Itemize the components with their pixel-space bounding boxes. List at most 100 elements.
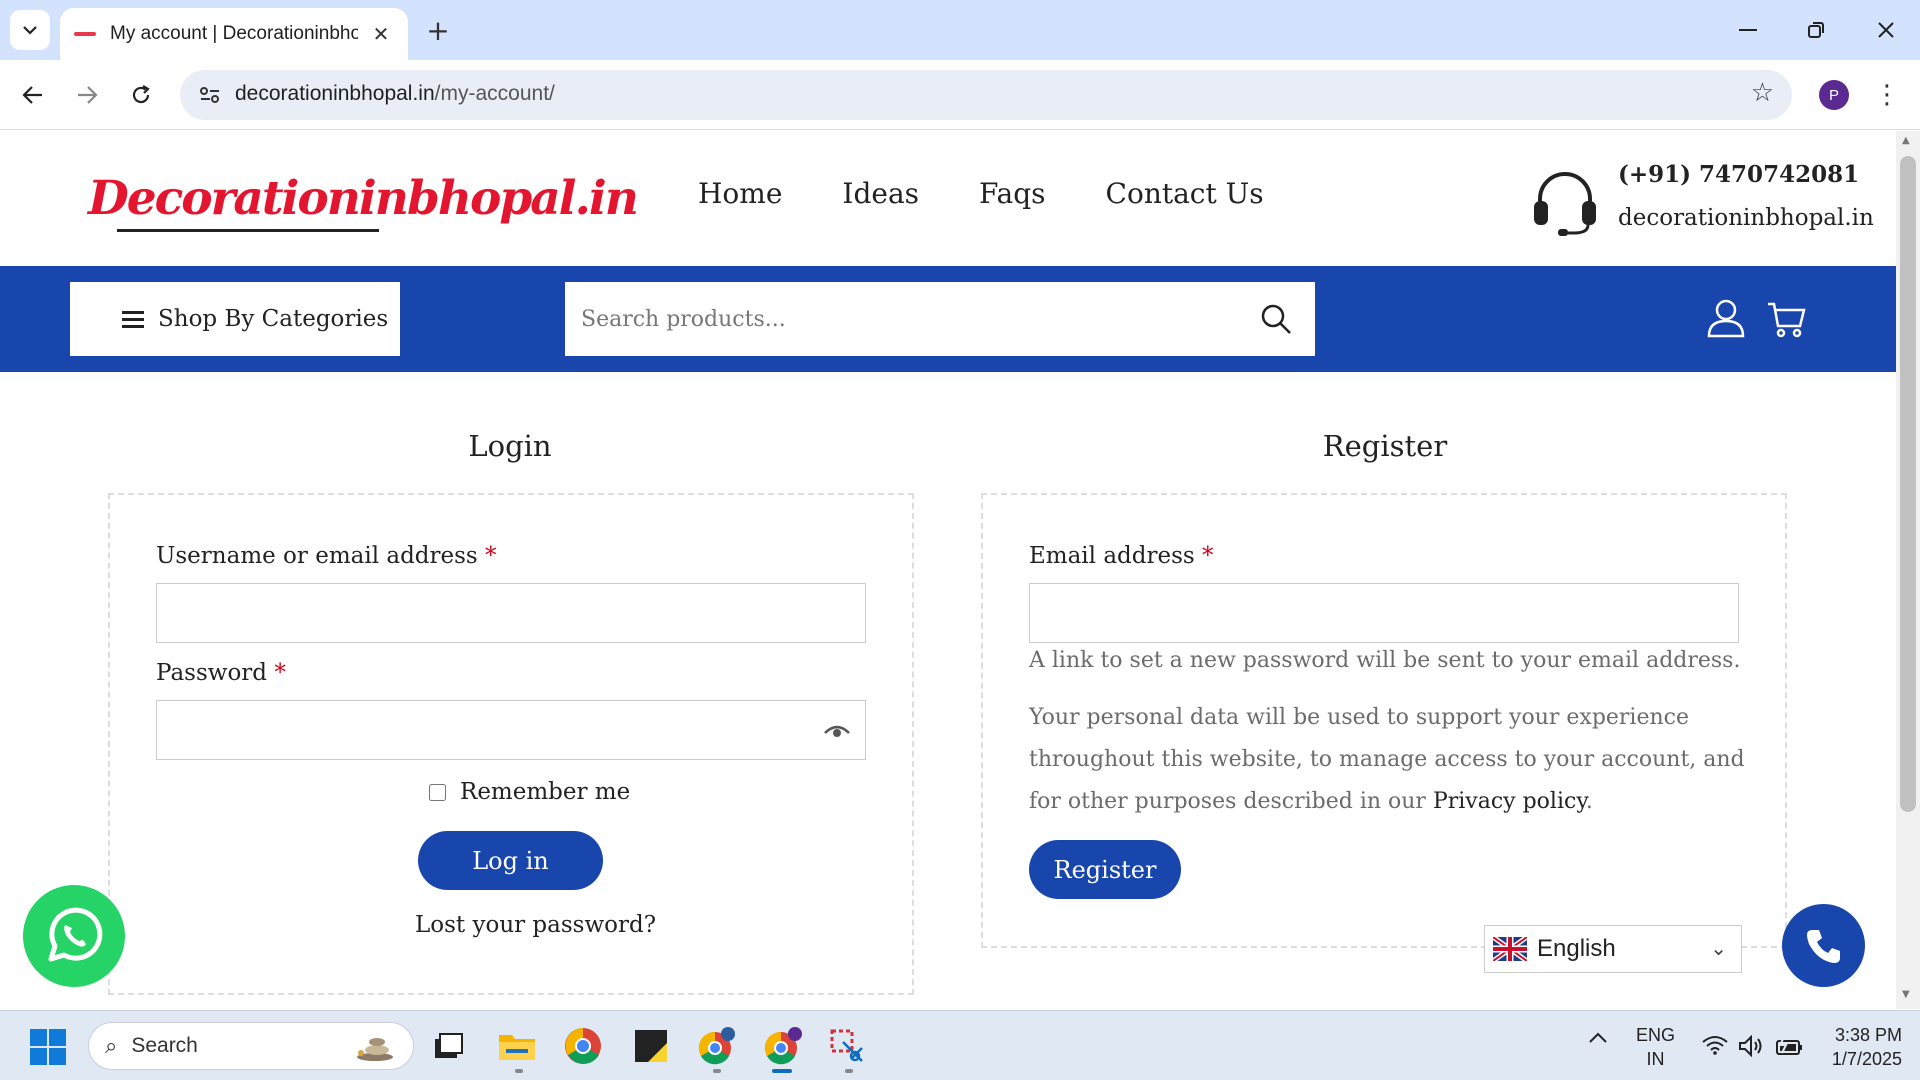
restore-button[interactable] bbox=[1794, 12, 1838, 48]
back-button[interactable] bbox=[12, 74, 54, 116]
windows-start-icon[interactable] bbox=[30, 1029, 66, 1065]
nav-ideas[interactable]: Ideas bbox=[842, 177, 919, 210]
hamburger-icon bbox=[122, 311, 144, 328]
chrome-profile-2-button[interactable] bbox=[762, 1025, 804, 1067]
taskbar-search[interactable]: ⌕ Search bbox=[88, 1022, 414, 1070]
nav-home[interactable]: Home bbox=[698, 177, 782, 210]
page-viewport: Decorationinbhopal.in Home Ideas Faqs Co… bbox=[0, 131, 1896, 1009]
taskbar-clock[interactable]: 3:38 PM 1/7/2025 bbox=[1820, 1023, 1902, 1071]
chrome-button[interactable] bbox=[562, 1025, 604, 1067]
task-view-button[interactable] bbox=[428, 1025, 470, 1067]
remember-me[interactable]: Remember me bbox=[429, 779, 630, 805]
battery-icon[interactable] bbox=[1774, 1035, 1804, 1062]
favicon-icon bbox=[74, 32, 96, 36]
phone-icon bbox=[1806, 929, 1840, 963]
language-selector[interactable]: English ⌄ bbox=[1484, 925, 1742, 973]
site-header: Decorationinbhopal.in Home Ideas Faqs Co… bbox=[0, 131, 1896, 266]
register-button[interactable]: Register bbox=[1029, 840, 1181, 899]
username-input[interactable] bbox=[156, 583, 866, 643]
required-mark: * bbox=[485, 543, 497, 569]
scroll-down-icon[interactable]: ▼ bbox=[1902, 989, 1910, 1000]
nav-faqs[interactable]: Faqs bbox=[979, 177, 1046, 210]
language-label: English bbox=[1537, 935, 1616, 962]
close-window-icon bbox=[1878, 22, 1894, 38]
close-window-button[interactable] bbox=[1864, 12, 1908, 48]
nav-contact-us[interactable]: Contact Us bbox=[1106, 177, 1264, 210]
lang-line-2: IN bbox=[1646, 1049, 1665, 1069]
browser-tab-active[interactable]: My account | Decorationinbhopal ✕ bbox=[60, 8, 408, 60]
reload-icon bbox=[132, 85, 150, 104]
url-text: decorationinbhopal.in/my-account/ bbox=[235, 82, 555, 106]
search-icon[interactable] bbox=[1259, 302, 1293, 336]
site-info-icon[interactable] bbox=[194, 79, 226, 111]
file-explorer-button[interactable] bbox=[496, 1025, 538, 1067]
windows-taskbar: ⌕ Search ENG IN 3:38 PM 1/7/2025 bbox=[0, 1010, 1920, 1080]
active-indicator bbox=[772, 1069, 792, 1073]
folder-icon bbox=[499, 1035, 535, 1060]
category-search-bar: Shop By Categories bbox=[0, 266, 1896, 372]
whatsapp-icon bbox=[48, 907, 103, 962]
scroll-thumb[interactable] bbox=[1900, 156, 1916, 812]
running-indicator bbox=[515, 1069, 523, 1073]
chrome-profile-1-button[interactable] bbox=[696, 1025, 738, 1067]
eye-icon[interactable] bbox=[823, 721, 851, 739]
call-button[interactable] bbox=[1782, 904, 1865, 987]
minimize-icon bbox=[1739, 29, 1757, 31]
remember-me-label: Remember me bbox=[460, 779, 631, 805]
shop-by-categories-button[interactable]: Shop By Categories bbox=[70, 282, 400, 356]
privacy-policy-link[interactable]: Privacy policy bbox=[1433, 789, 1586, 814]
main-nav: Home Ideas Faqs Contact Us bbox=[698, 177, 1264, 210]
volume-icon[interactable] bbox=[1738, 1034, 1764, 1062]
login-button[interactable]: Log in bbox=[418, 831, 603, 890]
close-icon[interactable]: ✕ bbox=[368, 21, 394, 47]
scroll-up-icon[interactable]: ▲ bbox=[1902, 135, 1910, 146]
lost-password-link[interactable]: Lost your password? bbox=[415, 912, 656, 938]
bookmark-star-icon[interactable]: ☆ bbox=[1751, 78, 1774, 108]
login-title: Login bbox=[468, 429, 552, 463]
product-search bbox=[565, 282, 1315, 356]
register-title: Register bbox=[1322, 429, 1448, 463]
minimize-button[interactable] bbox=[1726, 12, 1770, 48]
hidden-icons-chevron[interactable] bbox=[1588, 1031, 1608, 1049]
forward-button[interactable] bbox=[66, 74, 108, 116]
username-label-text: Username or email address bbox=[156, 543, 478, 569]
search-input[interactable] bbox=[565, 282, 1245, 356]
account-user-icon[interactable] bbox=[1706, 298, 1746, 338]
tab-title: My account | Decorationinbhopal bbox=[110, 23, 358, 44]
wifi-icon[interactable] bbox=[1702, 1035, 1728, 1060]
arrow-left-icon bbox=[22, 86, 42, 104]
header-phone[interactable]: (+91) 7470742081 bbox=[1618, 161, 1859, 188]
tab-search-button[interactable] bbox=[10, 10, 50, 50]
arrow-right-icon bbox=[78, 86, 98, 104]
chevron-down-icon: ⌄ bbox=[1710, 936, 1727, 960]
browser-menu-icon[interactable]: ⋮ bbox=[1872, 76, 1902, 114]
url-domain: decorationinbhopal.in bbox=[235, 82, 435, 105]
page-scrollbar[interactable]: ▲ ▼ bbox=[1896, 131, 1920, 1009]
address-bar[interactable]: decorationinbhopal.in/my-account/ ☆ bbox=[180, 70, 1792, 120]
reload-button[interactable] bbox=[120, 74, 162, 116]
password-input[interactable] bbox=[156, 700, 866, 760]
register-email-input[interactable] bbox=[1029, 583, 1739, 643]
username-label: Username or email address * bbox=[156, 543, 497, 569]
privacy-notice: Your personal data will be used to suppo… bbox=[1029, 697, 1749, 823]
search-icon: ⌕ bbox=[105, 1033, 118, 1059]
input-language-indicator[interactable]: ENG IN bbox=[1636, 1023, 1675, 1071]
profile-avatar[interactable]: P bbox=[1819, 80, 1849, 110]
sticky-notes-icon bbox=[635, 1030, 667, 1062]
clock-date: 1/7/2025 bbox=[1831, 1049, 1902, 1069]
stones-icon bbox=[357, 1038, 393, 1061]
headset-icon bbox=[1534, 172, 1596, 236]
snipping-tool-icon bbox=[830, 1029, 863, 1062]
chrome-icon bbox=[698, 1027, 735, 1065]
remember-me-checkbox[interactable] bbox=[429, 783, 446, 801]
chevron-down-icon bbox=[23, 26, 37, 35]
sticky-notes-button[interactable] bbox=[630, 1025, 672, 1067]
site-logo[interactable]: Decorationinbhopal.in bbox=[88, 171, 639, 226]
whatsapp-button[interactable] bbox=[23, 885, 125, 987]
browser-toolbar: decorationinbhopal.in/my-account/ ☆ bbox=[0, 60, 1920, 130]
snipping-tool-button[interactable] bbox=[826, 1025, 868, 1067]
header-email[interactable]: decorationinbhopal.in bbox=[1618, 205, 1874, 231]
taskbar-search-label: Search bbox=[131, 1034, 198, 1057]
new-tab-button[interactable]: + bbox=[422, 14, 454, 47]
cart-icon[interactable] bbox=[1766, 300, 1806, 338]
